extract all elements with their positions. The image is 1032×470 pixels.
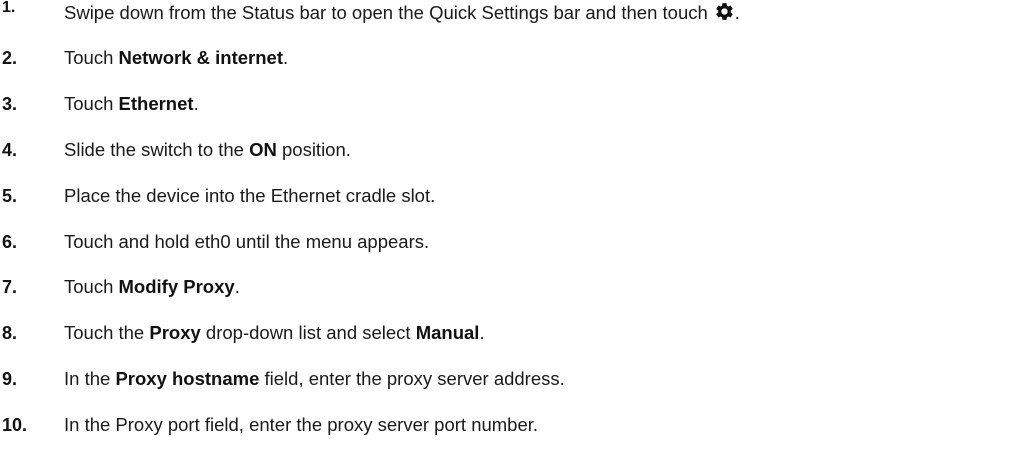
step-item: 8. Touch the Proxy drop-down list and sel… xyxy=(0,318,1032,348)
step-text-fragment: . xyxy=(734,1,740,23)
step-text: Touch Ethernet. xyxy=(64,93,199,115)
step-text-fragment: Touch the xyxy=(64,322,150,343)
step-emphasis: Ethernet xyxy=(118,93,194,114)
step-item: 3. Touch Ethernet. xyxy=(0,89,1032,119)
step-text-fragment: Swipe down from the Status bar to open t… xyxy=(64,1,708,23)
step-number: 10. xyxy=(2,414,28,435)
step-number: 6. xyxy=(2,231,18,252)
step-text: Touch Modify Proxy. xyxy=(64,276,240,298)
step-emphasis: Proxy xyxy=(149,322,201,343)
step-text-fragment: In the xyxy=(64,368,116,389)
step-emphasis: Network & internet xyxy=(118,47,283,68)
step-number: 7. xyxy=(2,276,18,297)
step-item: 5. Place the device into the Ethernet cra… xyxy=(0,181,1032,211)
step-emphasis: ON xyxy=(249,139,277,160)
step-text-fragment: Place the device into the Ethernet cradl… xyxy=(64,185,436,206)
step-number: 2. xyxy=(2,47,18,68)
step-text: Touch and hold eth0 until the menu appea… xyxy=(64,231,429,253)
step-text-fragment: Touch xyxy=(64,93,119,114)
step-number: 5. xyxy=(2,185,18,206)
step-text-fragment: position. xyxy=(276,139,351,160)
step-text-fragment: Touch and hold eth0 until the menu appea… xyxy=(64,231,430,252)
step-emphasis: Manual xyxy=(415,322,480,343)
step-number: 8. xyxy=(2,322,18,343)
step-number: 4. xyxy=(2,139,18,160)
step-text-fragment: In the Proxy port field, enter the proxy… xyxy=(64,414,539,435)
step-text-fragment: drop-down list and select xyxy=(200,322,416,343)
step-number: 3. xyxy=(2,93,18,114)
step-item: 1. Swipe down from the Status bar to open… xyxy=(0,0,1032,27)
gear-icon xyxy=(714,1,735,22)
step-item: 4. Slide the switch to the ON position. xyxy=(0,135,1032,165)
step-item: 7. Touch Modify Proxy. xyxy=(0,272,1032,302)
step-item: 10. In the Proxy port field, enter the pr… xyxy=(0,410,1032,440)
step-text-fragment: . xyxy=(193,93,199,114)
step-text: Swipe down from the Status bar to open t… xyxy=(64,1,740,24)
step-text: Place the device into the Ethernet cradl… xyxy=(64,185,435,207)
step-emphasis: Modify Proxy xyxy=(118,276,235,297)
step-text: Touch Network & internet. xyxy=(64,47,288,69)
step-text-fragment: Touch xyxy=(64,276,119,297)
step-item: 9. In the Proxy hostname field, enter the… xyxy=(0,364,1032,394)
step-text-fragment: Touch xyxy=(64,47,119,68)
step-text: Slide the switch to the ON position. xyxy=(64,139,351,161)
step-text-fragment: field, enter the proxy server address. xyxy=(259,368,565,389)
step-text: In the Proxy port field, enter the proxy… xyxy=(64,414,538,436)
step-number: 9. xyxy=(2,368,18,389)
step-item: 6. Touch and hold eth0 until the menu app… xyxy=(0,227,1032,257)
step-number: 1. xyxy=(2,0,16,16)
step-text-fragment: Slide the switch to the xyxy=(64,139,250,160)
step-text: In the Proxy hostname field, enter the p… xyxy=(64,368,565,390)
step-item: 2. Touch Network & internet. xyxy=(0,43,1032,73)
step-text-fragment: . xyxy=(234,276,240,297)
step-text-fragment: . xyxy=(282,47,289,68)
step-emphasis: Proxy hostname xyxy=(115,368,260,389)
step-text-fragment: . xyxy=(479,322,485,343)
step-text: Touch the Proxy drop-down list and selec… xyxy=(64,322,485,344)
